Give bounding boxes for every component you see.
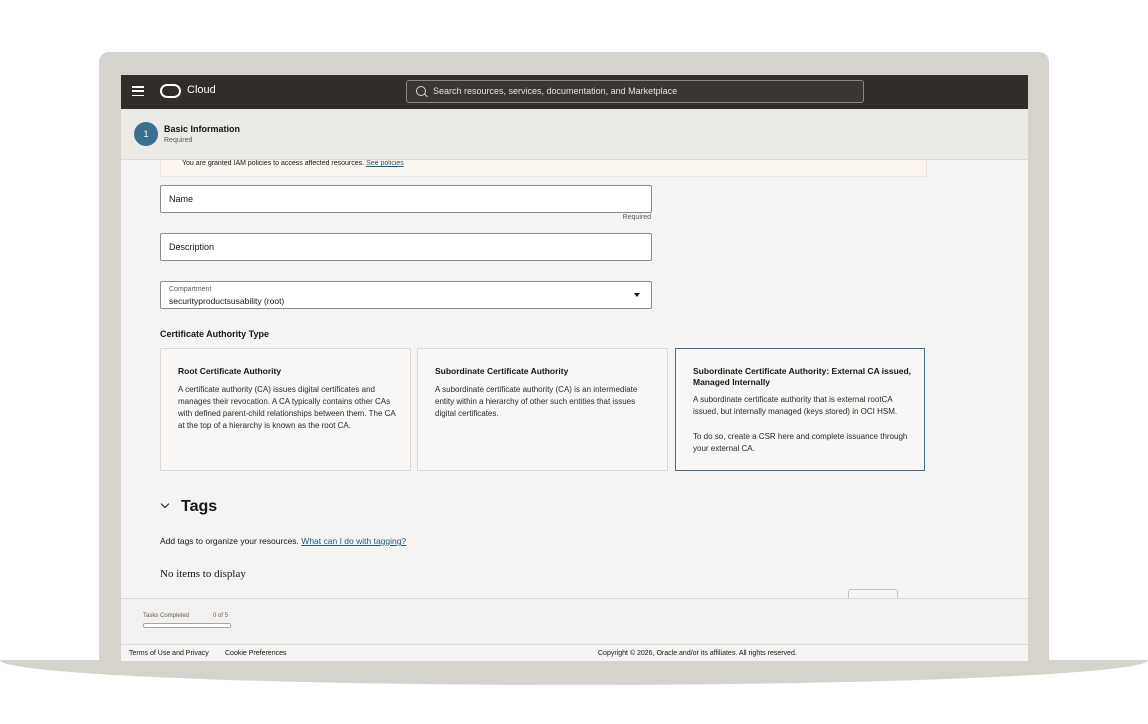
name-required-hint: Required <box>622 214 651 221</box>
oracle-logo-icon[interactable] <box>160 84 181 98</box>
global-search[interactable] <box>406 80 864 103</box>
iam-policy-notice: You are granted IAM policies to access a… <box>160 160 927 177</box>
wizard-step-header: 1 Basic Information Required <box>121 109 1028 160</box>
compartment-label: Compartment <box>169 286 212 293</box>
description-input[interactable] <box>169 234 639 260</box>
tagging-help-link[interactable]: What can I do with tagging? <box>301 536 406 546</box>
ca-type-card-root[interactable]: Root Certificate Authority A certificate… <box>160 348 411 471</box>
ca-type-card-subordinate[interactable]: Subordinate Certificate Authority A subo… <box>417 348 668 471</box>
page-footer: Terms of Use and Privacy Cookie Preferen… <box>121 644 1028 661</box>
compartment-select[interactable]: Compartment securityproductsusability (r… <box>160 281 652 309</box>
notice-text: You are granted IAM policies to access a… <box>182 160 365 167</box>
cookie-preferences-link[interactable]: Cookie Preferences <box>225 650 286 657</box>
card-description: A subordinate certificate authority (CA)… <box>435 385 638 418</box>
tags-description: Add tags to organize your resources. <box>160 536 299 546</box>
card-description: A subordinate certificate authority that… <box>693 395 898 416</box>
hamburger-menu-icon[interactable] <box>132 86 144 97</box>
tasks-completed-count: 0 of 5 <box>213 613 229 619</box>
terms-link[interactable]: Terms of Use and Privacy <box>129 650 209 657</box>
card-title: Subordinate Certificate Authority <box>435 366 569 376</box>
tasks-completed-label: Tasks Completed <box>143 613 190 619</box>
see-policies-link[interactable]: See policies <box>366 160 404 167</box>
laptop-base <box>0 660 1148 685</box>
step-status: Required <box>164 137 193 144</box>
card-description-extra: To do so, create a CSR here and complete… <box>693 432 908 453</box>
step-number-badge[interactable]: 1 <box>134 122 158 146</box>
step-title[interactable]: Basic Information <box>164 124 240 134</box>
browser-screen: Cloud 1 Basic Information Required You a… <box>121 75 1028 661</box>
top-navigation-bar: Cloud <box>121 75 1028 109</box>
compartment-value: securityproductsusability (root) <box>169 296 285 306</box>
copyright-text: Copyright © 2026, Oracle and/or its affi… <box>598 650 797 657</box>
tasks-progress-track <box>143 623 231 628</box>
name-input[interactable] <box>169 186 639 212</box>
card-title: Root Certificate Authority <box>178 366 282 376</box>
ca-type-label: Certificate Authority Type <box>160 329 270 339</box>
card-title: Subordinate Certificate Authority: Exter… <box>693 366 912 387</box>
name-field[interactable] <box>160 185 652 213</box>
tags-empty-state: No items to display <box>160 568 246 580</box>
collapse-chevron-icon[interactable] <box>160 499 170 509</box>
ca-type-card-external-subordinate[interactable]: Subordinate Certificate Authority: Exter… <box>675 348 925 471</box>
task-progress-bar: Tasks Completed 0 of 5 <box>121 598 1028 645</box>
description-field[interactable] <box>160 233 652 261</box>
search-icon <box>416 86 426 96</box>
tags-section-title[interactable]: Tags <box>181 498 217 516</box>
brand-name[interactable]: Cloud <box>187 84 216 96</box>
card-description: A certificate authority (CA) issues digi… <box>178 385 396 430</box>
search-input[interactable] <box>433 81 853 101</box>
chevron-down-icon <box>634 293 640 297</box>
add-tag-button[interactable] <box>848 589 898 598</box>
form-content: You are granted IAM policies to access a… <box>121 160 1028 598</box>
